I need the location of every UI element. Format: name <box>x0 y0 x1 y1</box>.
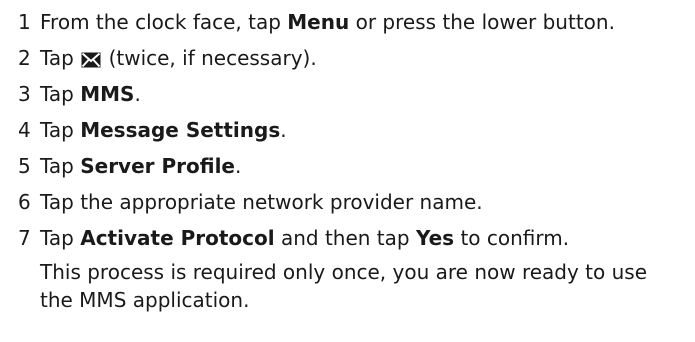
step-number: 2 <box>18 46 31 70</box>
menu-label: Menu <box>287 10 350 34</box>
step-text: Tap Server Profile. <box>40 154 242 178</box>
envelope-icon <box>81 43 101 79</box>
mms-label: MMS <box>80 82 135 106</box>
step-number: 7 <box>18 226 31 250</box>
step-text: Tap (twice, if necessary). <box>40 40 317 79</box>
step-2: 2 Tap (twice, if necessary). <box>18 40 695 76</box>
step-number: 5 <box>18 154 31 178</box>
instruction-list: 1 From the clock face, tap Menu or press… <box>0 0 695 342</box>
step-number: 3 <box>18 82 31 106</box>
step-1: 1 From the clock face, tap Menu or press… <box>18 4 695 40</box>
step-4: 4 Tap Message Settings. <box>18 112 695 148</box>
message-settings-label: Message Settings <box>80 118 281 142</box>
step-number: 4 <box>18 118 31 142</box>
step-text: From the clock face, tap Menu or press t… <box>40 10 615 34</box>
step-text: Tap the appropriate network provider nam… <box>40 190 483 214</box>
step-text: Tap MMS. <box>40 82 141 106</box>
completion-note: This process is required only once, you … <box>40 260 648 312</box>
step-5: 5 Tap Server Profile. <box>18 148 695 184</box>
step-text: Tap Activate Protocol and then tap Yes t… <box>40 226 570 250</box>
step-3: 3 Tap MMS. <box>18 76 695 112</box>
step-number: 1 <box>18 10 31 34</box>
step-6: 6 Tap the appropriate network provider n… <box>18 184 695 220</box>
step-text: Tap Message Settings. <box>40 118 287 142</box>
server-profile-label: Server Profile <box>80 154 235 178</box>
activate-protocol-label: Activate Protocol <box>80 226 275 250</box>
step-number: 6 <box>18 190 31 214</box>
step-7: 7 Tap Activate Protocol and then tap Yes… <box>18 220 695 256</box>
yes-label: Yes <box>415 226 455 250</box>
